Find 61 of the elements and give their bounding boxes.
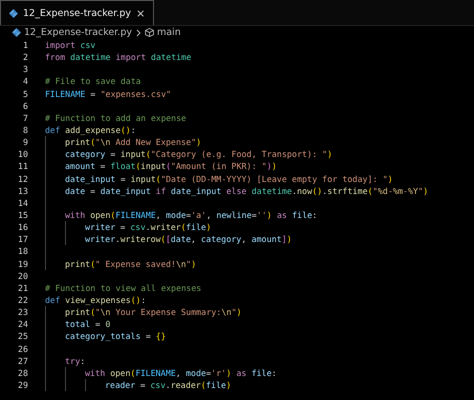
editor-tab[interactable]: 12_Expense-tracker.py ×	[0, 0, 154, 25]
line-number: 29	[16, 380, 28, 390]
close-icon[interactable]: ×	[136, 8, 146, 18]
line-number: 8	[22, 125, 28, 136]
code-line: with open(FILENAME, mode='a', newline='') as file:	[65, 210, 318, 220]
code-line: category_totals = {}	[65, 331, 166, 342]
breadcrumb-item[interactable]: 12_Expense-tracker.py	[24, 27, 132, 38]
line-number: 11	[16, 161, 28, 172]
line-number: 5	[22, 88, 28, 99]
line-number: 9	[22, 137, 28, 148]
code-line: amount = float(input("Amount (in PKR): "))	[65, 161, 277, 172]
code-line: from datetime import datetime	[45, 52, 192, 62]
code-line: with open(FILENAME, mode='r') as file:	[85, 368, 277, 378]
line-number: 13	[16, 186, 28, 196]
line-number: 10	[16, 149, 28, 160]
code-line: total = 0	[65, 319, 110, 330]
line-number: 12	[16, 174, 28, 184]
line-number: 21	[16, 282, 28, 293]
tab-label: 12_Expense-tracker.py	[23, 8, 131, 18]
line-number: 17	[16, 234, 28, 244]
line-number: 18	[16, 246, 28, 256]
line-number: 4	[22, 76, 28, 86]
code-line: # Function to view all expenses	[45, 282, 202, 293]
code-line: category = input("Category (e.g. Food, Transport): ")	[65, 149, 332, 160]
line-number: 27	[16, 356, 28, 366]
breadcrumb-item[interactable]: main	[156, 27, 181, 38]
line-number: 22	[16, 295, 28, 306]
line-number: 24	[16, 319, 28, 330]
line-number: 23	[16, 307, 28, 318]
line-number: 7	[22, 112, 28, 123]
line-number: 25	[16, 331, 28, 342]
line-number: 19	[16, 258, 28, 269]
line-number: 15	[16, 210, 28, 220]
python-file-icon	[12, 28, 21, 37]
line-number: 6	[22, 100, 28, 111]
line-number: 3	[22, 64, 28, 74]
code-line: print("\n Add New Expense")	[65, 137, 202, 148]
code-line: def view_expenses():	[45, 295, 146, 306]
chevron-icon	[136, 28, 141, 36]
code-line: FILENAME = "expenses.csv"	[45, 88, 172, 99]
code-line: try:	[65, 356, 86, 366]
line-number: 26	[16, 344, 28, 354]
line-number: 1	[22, 40, 28, 50]
cube-icon	[144, 28, 154, 37]
code-line: reader = csv.reader(file)	[105, 380, 232, 390]
code-line: # File to save data	[45, 76, 141, 86]
code-line: import csv	[45, 40, 96, 50]
python-file-icon	[9, 8, 18, 18]
code-line: date = date_input if date_input else datetime.now().strftime("%d-%m-%Y")	[65, 186, 428, 196]
code-line: writer.writerow([date, category, amount])	[85, 234, 292, 244]
code-line: def add_expense():	[45, 125, 136, 136]
code-line: print("\n Your Expense Summary:\n")	[65, 307, 242, 318]
line-number: 20	[16, 270, 28, 281]
line-number: 14	[16, 198, 28, 208]
code-line: print(" Expense saved!\n")	[65, 258, 196, 269]
line-number: 28	[16, 368, 28, 378]
code-line: # Function to add an expense	[45, 112, 186, 123]
line-number: 16	[16, 222, 28, 232]
line-number: 2	[22, 52, 28, 62]
code-line: date_input = input("Date (DD-MM-YYYY) [Leave empty for today]: ")	[65, 174, 393, 184]
code-line: writer = csv.writer(file)	[85, 222, 212, 232]
